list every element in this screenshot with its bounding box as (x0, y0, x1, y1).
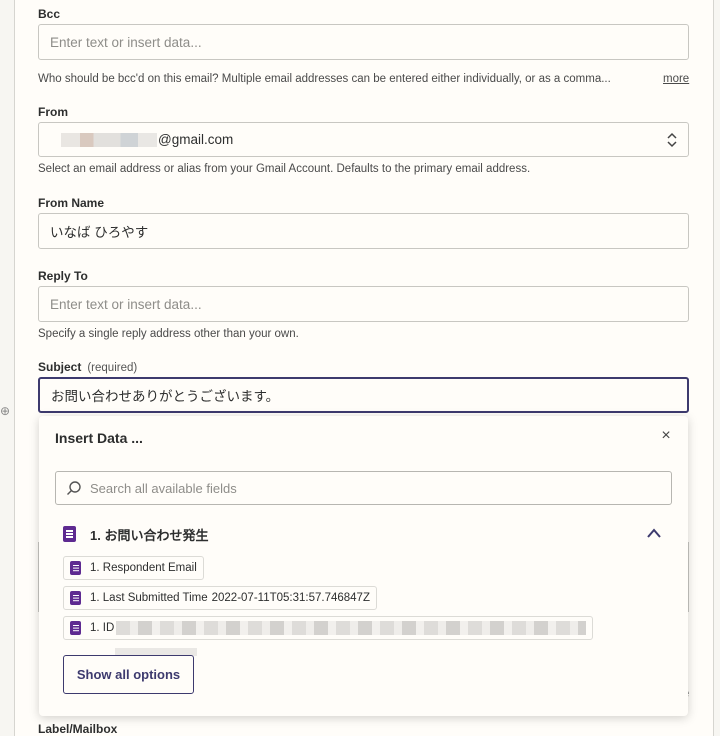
redacted-email-user (61, 132, 157, 147)
field-option-value: 2022-07-11T05:31:57.746847Z (211, 592, 370, 604)
from-help-text: Select an email address or alias from yo… (38, 163, 531, 175)
from-name-value: いなば ひろやす (50, 225, 149, 240)
reply-to-input[interactable]: Enter text or insert data... (38, 286, 689, 322)
from-select[interactable]: @gmail.com (38, 122, 689, 157)
reply-to-help-text: Specify a single reply address other tha… (38, 328, 299, 340)
google-forms-icon (70, 621, 81, 635)
from-name-input[interactable]: いなば ひろやす (38, 213, 689, 249)
bcc-help-text: Who should be bcc'd on this email? Multi… (38, 73, 611, 85)
reply-to-placeholder: Enter text or insert data... (50, 296, 202, 312)
search-fields-input[interactable]: Search all available fields (55, 471, 672, 505)
field-option-label: 1. Last Submitted Time (90, 592, 208, 604)
insert-data-title: Insert Data ... (55, 430, 143, 446)
bcc-label: Bcc (38, 7, 61, 21)
bcc-placeholder: Enter text or insert data... (50, 34, 202, 50)
field-option-last-submitted-time[interactable]: 1. Last Submitted Time 2022-07-11T05:31:… (63, 586, 377, 610)
app-step-name: 1. お問い合わせ発生 (90, 527, 209, 543)
from-name-label: From Name (38, 196, 105, 210)
chevron-up-down-icon[interactable] (666, 131, 678, 149)
reply-to-label: Reply To (38, 269, 88, 283)
bcc-more-link[interactable]: more (663, 73, 689, 85)
from-value-suffix: @gmail.com (158, 132, 234, 147)
google-forms-icon (70, 561, 81, 575)
show-all-options-button[interactable]: Show all options (63, 655, 194, 694)
app-step-row[interactable]: 1. お問い合わせ発生 (63, 523, 663, 545)
chevron-up-icon[interactable] (646, 527, 662, 539)
label-mailbox-label: Label/Mailbox (38, 722, 118, 736)
google-forms-icon (63, 526, 76, 542)
subject-input[interactable]: お問い合わせありがとうございます。 (38, 377, 689, 413)
google-forms-icon (70, 591, 81, 605)
edge-add-icon: ⊕ (0, 404, 11, 418)
subject-required-tag: (required) (87, 362, 138, 374)
insert-data-dropdown: Insert Data ... × Search all available f… (39, 416, 688, 716)
search-icon (67, 481, 81, 495)
search-fields-placeholder: Search all available fields (90, 480, 237, 496)
field-option-label: 1. Respondent Email (90, 562, 197, 574)
field-option-id[interactable]: 1. ID (63, 616, 594, 640)
field-option-label: 1. ID (90, 622, 115, 634)
redacted-id-value (116, 621, 587, 635)
subject-value: お問い合わせありがとうございます。 (51, 389, 280, 404)
field-option-respondent-email[interactable]: 1. Respondent Email (63, 556, 204, 580)
close-icon[interactable]: × (658, 428, 674, 444)
from-label: From (38, 105, 68, 119)
subject-label: Subject (required) (38, 360, 137, 374)
bcc-input[interactable]: Enter text or insert data... (38, 24, 689, 60)
subject-label-text: Subject (38, 360, 82, 374)
